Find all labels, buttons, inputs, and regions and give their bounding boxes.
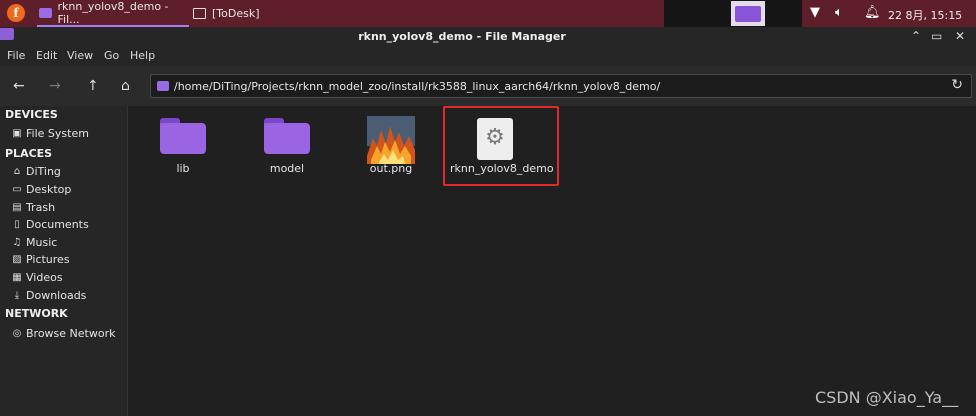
folder-icon [264, 118, 310, 154]
home-icon[interactable]: ⌂ [121, 78, 130, 94]
up-arrow-icon[interactable]: ↑ [87, 78, 99, 94]
music-icon: ♫ [12, 236, 22, 248]
folder-icon [160, 118, 206, 154]
file-item-label: out.png [369, 162, 413, 175]
videos-icon: ▦ [12, 271, 22, 283]
reload-icon[interactable]: ↻ [951, 77, 963, 93]
sidebar-header-network: NETWORK [5, 307, 68, 320]
file-item-label: lib [176, 162, 190, 175]
app-menu-logo-icon[interactable]: f [7, 4, 25, 22]
documents-icon: ▯ [14, 218, 20, 230]
sidebar-item-desktop[interactable]: ▭ Desktop [11, 181, 71, 197]
toolbar: ← → ↑ ⌂ /home/DiTing/Projects/rknn_model… [0, 66, 976, 106]
selection-highlight-box [443, 106, 559, 186]
file-item-model[interactable]: model [242, 114, 332, 184]
desktop-icon: ▭ [12, 183, 22, 195]
sidebar-item-label: Downloads [26, 288, 87, 302]
network-icon: ◎ [12, 327, 22, 339]
sidebar-item-pictures[interactable]: ▨ Pictures [11, 251, 70, 267]
menu-bar: File Edit View Go Help [0, 46, 976, 66]
taskbar: f rknn_yolov8_demo - Fil... [ToDesk] ▼ 🔈… [0, 0, 976, 27]
sidebar-item-label: Browse Network [26, 326, 116, 340]
sidebar: DEVICES ▣ File System PLACES ⌂ DiTing ▭ … [0, 106, 128, 416]
minimize-icon[interactable]: ⌃ [911, 29, 921, 43]
sidebar-header-devices: DEVICES [5, 108, 58, 121]
watermark: CSDN @Xiao_Ya__ [815, 388, 959, 407]
file-item-out-png[interactable]: out.png [346, 114, 436, 184]
taskbar-item-label: [ToDesk] [212, 7, 260, 20]
menu-edit[interactable]: Edit [36, 49, 57, 62]
sidebar-item-label: Desktop [26, 182, 72, 196]
forward-arrow-icon[interactable]: → [49, 78, 61, 94]
taskbar-item-label: rknn_yolov8_demo - Fil... [57, 0, 169, 26]
address-path[interactable]: /home/DiTing/Projects/rknn_model_zoo/ins… [174, 80, 660, 93]
sidebar-item-file-system[interactable]: ▣ File System [11, 125, 89, 141]
window-icon [193, 8, 206, 19]
sidebar-item-label: Trash [26, 200, 56, 214]
menu-file[interactable]: File [7, 49, 25, 62]
folder-icon [39, 7, 52, 18]
sidebar-item-label: File System [26, 126, 89, 140]
sidebar-item-downloads[interactable]: ⤓ Downloads [11, 287, 87, 303]
sidebar-item-label: Music [26, 235, 58, 249]
maximize-icon[interactable]: ▭ [931, 29, 942, 43]
sidebar-header-places: PLACES [5, 147, 53, 160]
menu-go[interactable]: Go [104, 49, 119, 62]
sidebar-item-label: Videos [26, 270, 63, 284]
sidebar-item-videos[interactable]: ▦ Videos [11, 269, 63, 285]
sidebar-item-trash[interactable]: ▤ Trash [11, 199, 55, 215]
notification-bell-icon[interactable]: 🔔︎ [864, 5, 881, 20]
volume-icon[interactable]: 🔈︎ [835, 5, 843, 20]
back-arrow-icon[interactable]: ← [13, 78, 25, 94]
workspace-switcher[interactable] [731, 1, 765, 26]
window-titlebar[interactable]: rknn_yolov8_demo - File Manager ⌃ ▭ ✕ [0, 27, 976, 46]
sidebar-item-diting[interactable]: ⌂ DiTing [11, 163, 61, 179]
menu-view[interactable]: View [67, 49, 93, 62]
clock[interactable]: 22 8月, 15:15 [888, 7, 962, 23]
file-item-label: model [269, 162, 305, 175]
image-thumbnail-icon [367, 116, 415, 164]
file-item-lib[interactable]: lib [138, 114, 228, 184]
taskbar-item-file-manager[interactable]: rknn_yolov8_demo - Fil... [37, 0, 189, 27]
folder-icon [735, 6, 761, 22]
folder-icon [157, 81, 169, 91]
sidebar-item-music[interactable]: ♫ Music [11, 234, 58, 250]
window-title: rknn_yolov8_demo - File Manager [358, 30, 566, 43]
menu-help[interactable]: Help [130, 49, 155, 62]
pictures-icon: ▨ [12, 253, 22, 265]
address-bar[interactable]: /home/DiTing/Projects/rknn_model_zoo/ins… [150, 74, 972, 98]
wifi-icon[interactable]: ▼ [810, 5, 820, 20]
sidebar-item-label: Pictures [26, 252, 70, 266]
drive-icon: ▣ [12, 127, 22, 139]
sidebar-item-label: Documents [26, 217, 89, 231]
sidebar-item-label: DiTing [26, 164, 61, 178]
trash-icon: ▤ [12, 201, 22, 213]
taskbar-item-todesk[interactable]: [ToDesk] [193, 0, 260, 27]
home-icon: ⌂ [13, 165, 21, 177]
close-icon[interactable]: ✕ [955, 29, 965, 43]
sidebar-item-documents[interactable]: ▯ Documents [11, 216, 89, 232]
downloads-icon: ⤓ [14, 289, 20, 301]
sidebar-item-browse-network[interactable]: ◎ Browse Network [11, 325, 116, 341]
